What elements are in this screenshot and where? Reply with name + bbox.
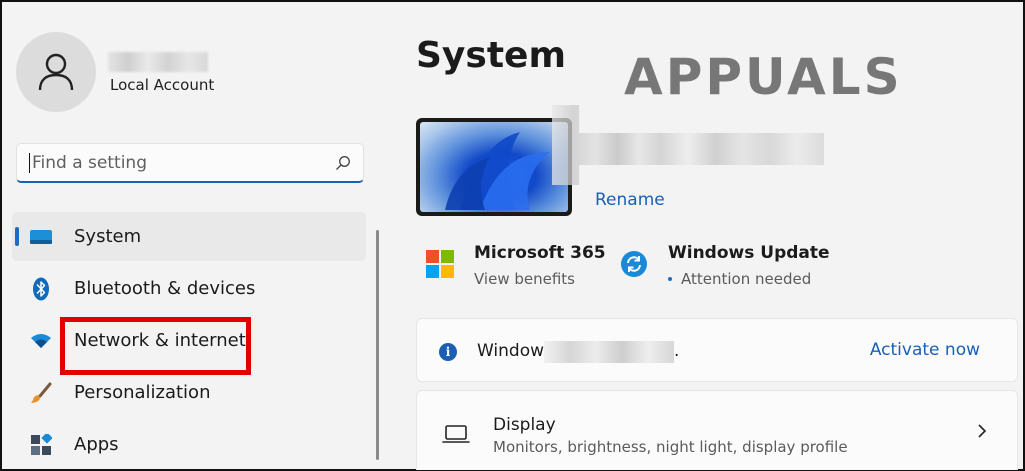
account-type: Local Account: [110, 76, 215, 94]
sidebar-item-personalization[interactable]: Personalization: [12, 368, 366, 417]
rename-link[interactable]: Rename: [595, 190, 665, 210]
sidebar-item-label: Apps: [74, 434, 119, 455]
activation-banner: i Window. Activate now: [416, 318, 1018, 382]
tile-subtitle-row: Attention needed: [668, 270, 830, 288]
sidebar-item-label: System: [74, 226, 142, 247]
microsoft-logo-icon: [426, 250, 454, 278]
tile-title: Microsoft 365: [474, 243, 606, 263]
brush-icon: [26, 382, 56, 404]
tile-subtitle: Attention needed: [681, 270, 812, 288]
system-icon: [26, 226, 56, 248]
tile-title: Windows Update: [668, 243, 830, 263]
device-name-redacted: [552, 105, 824, 185]
info-icon: i: [439, 343, 457, 361]
sidebar-item-apps[interactable]: Apps: [12, 420, 366, 469]
wallpaper-image: [420, 122, 568, 212]
activation-text-end: .: [674, 341, 680, 361]
search-box[interactable]: [16, 143, 364, 183]
sidebar-item-label: Bluetooth & devices: [74, 278, 256, 299]
activate-now-link[interactable]: Activate now: [870, 340, 980, 360]
laptop-icon: [442, 425, 470, 443]
bloom-icon: [445, 132, 550, 210]
watermark-logo: APPUALS: [624, 42, 903, 112]
activation-text-redacted: [544, 341, 674, 363]
device-thumbnail: [416, 118, 572, 216]
sidebar-item-label: Personalization: [74, 382, 211, 403]
sidebar: Local Account System: [2, 2, 382, 469]
microsoft-365-tile[interactable]: Microsoft 365 View benefits: [426, 242, 606, 288]
search-icon[interactable]: [335, 155, 351, 171]
bluetooth-icon: [26, 277, 56, 300]
scrollbar[interactable]: [376, 230, 379, 460]
wifi-icon: [26, 330, 56, 352]
page-title: System: [416, 35, 566, 76]
avatar[interactable]: [16, 32, 96, 112]
display-settings-card[interactable]: Display Monitors, brightness, night ligh…: [416, 390, 1018, 470]
search-input[interactable]: [32, 152, 335, 173]
chevron-right-icon: [978, 424, 987, 438]
apps-icon: [26, 433, 56, 456]
windows-update-icon: [621, 251, 647, 277]
windows-update-tile[interactable]: Windows Update Attention needed: [620, 242, 830, 288]
annotation-highlight-box: [60, 317, 251, 375]
activation-text-start: Window: [477, 341, 545, 361]
display-title: Display: [493, 415, 556, 435]
tile-subtitle: View benefits: [474, 270, 575, 288]
user-name-redacted: [108, 52, 208, 72]
sidebar-item-system[interactable]: System: [12, 212, 366, 261]
text-caret: [29, 152, 30, 173]
user-icon: [38, 53, 74, 91]
display-subtitle: Monitors, brightness, night light, displ…: [493, 438, 848, 456]
sidebar-item-bluetooth[interactable]: Bluetooth & devices: [12, 264, 366, 313]
watermark-text: APPUALS: [624, 48, 903, 106]
status-dot: [668, 277, 672, 281]
